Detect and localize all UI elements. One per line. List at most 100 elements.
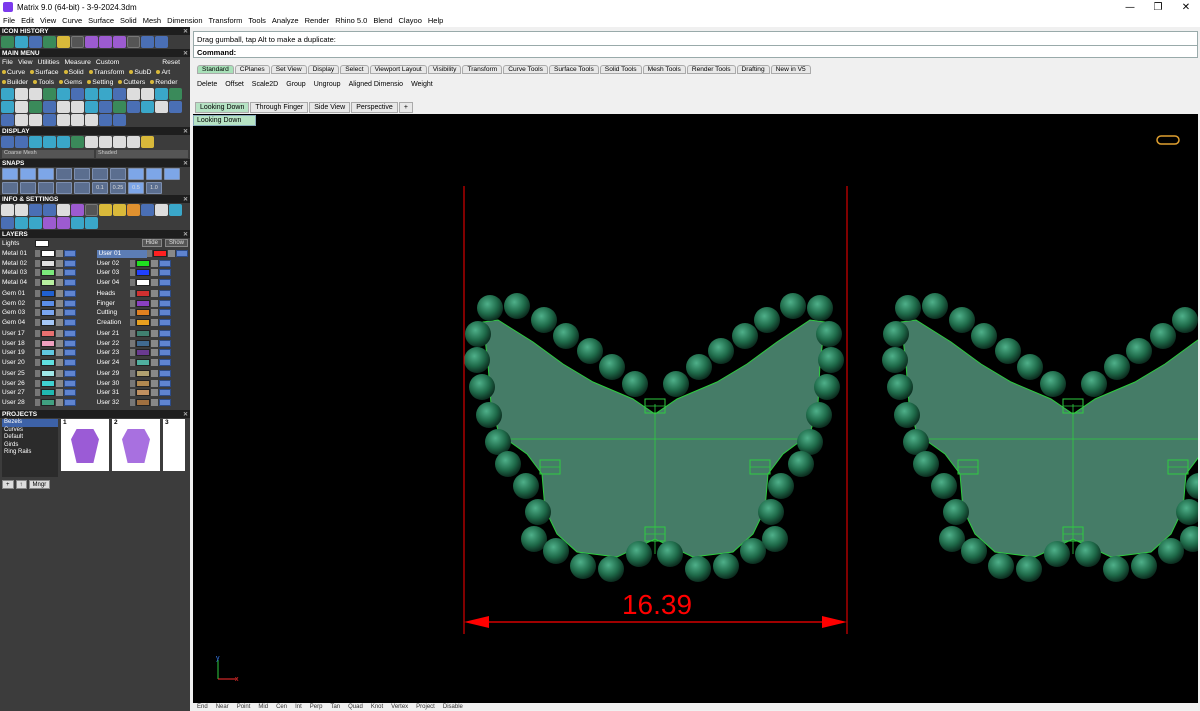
layer-color-swatch[interactable] [41, 250, 55, 258]
main-menu-category[interactable]: SubD [129, 69, 151, 76]
lock-icon[interactable] [56, 389, 63, 397]
snap-toggle[interactable] [110, 168, 126, 180]
view-tab-perspective[interactable]: Perspective [351, 102, 398, 113]
layer-row[interactable]: Gem 03 [2, 308, 94, 318]
layer-arrow-icon[interactable] [129, 370, 135, 378]
snap-toggle[interactable] [74, 182, 90, 194]
tab-standard[interactable]: Standard [197, 65, 234, 74]
history-icon[interactable] [1, 36, 14, 48]
layer-color-swatch[interactable] [135, 398, 150, 406]
toolbar-aligned-dimensio[interactable]: Aligned Dimensio [349, 81, 403, 88]
layer-arrow-icon[interactable] [35, 309, 40, 317]
tab-surface-tools[interactable]: Surface Tools [548, 65, 599, 74]
layer-color-swatch[interactable] [41, 299, 55, 307]
layer-arrow-icon[interactable] [129, 330, 135, 338]
main-menu-category[interactable]: Cutters [118, 79, 145, 86]
layer-color-swatch[interactable] [135, 379, 150, 387]
tab-new-in-v5[interactable]: New in V5 [770, 65, 811, 74]
layer-arrow-icon[interactable] [35, 278, 40, 286]
close-icon[interactable]: ✕ [183, 411, 188, 418]
menu-edit[interactable]: Edit [21, 16, 34, 25]
tool-icon[interactable] [155, 88, 168, 100]
osnap-int[interactable]: Int [295, 704, 302, 710]
snap-toggle[interactable] [56, 182, 72, 194]
visibility-icon[interactable] [64, 278, 76, 286]
visibility-icon[interactable] [158, 339, 171, 347]
tab-mesh-tools[interactable]: Mesh Tools [642, 65, 686, 74]
visibility-icon[interactable] [158, 358, 171, 366]
layer-color-swatch[interactable] [41, 278, 55, 286]
visibility-icon[interactable] [64, 299, 76, 307]
lock-icon[interactable] [56, 398, 63, 406]
display-icon[interactable] [71, 136, 84, 148]
project-item[interactable]: Default [2, 434, 58, 442]
tool-icon[interactable] [71, 88, 84, 100]
settings-icon[interactable] [29, 217, 42, 229]
layer-row[interactable]: User 04 [97, 278, 189, 288]
osnap-end[interactable]: End [197, 704, 208, 710]
layer-row[interactable]: User 25 [2, 369, 94, 379]
layer-row[interactable]: User 02 [97, 259, 189, 269]
layer-arrow-icon[interactable] [35, 379, 40, 387]
visibility-icon[interactable] [64, 349, 76, 357]
layer-row[interactable]: User 31 [97, 388, 189, 398]
project-item[interactable]: Bezels [2, 419, 58, 427]
lock-icon[interactable] [150, 339, 158, 347]
settings-icon[interactable] [57, 204, 70, 216]
tool-icon[interactable] [127, 88, 140, 100]
layer-row[interactable]: User 18 [2, 339, 94, 349]
lock-icon[interactable] [150, 269, 158, 277]
layer-arrow-icon[interactable] [129, 389, 135, 397]
settings-icon[interactable] [29, 204, 42, 216]
tool-icon[interactable] [57, 114, 70, 126]
toolbar-weight[interactable]: Weight [411, 81, 433, 88]
menu-solid[interactable]: Solid [120, 16, 137, 25]
layer-arrow-icon[interactable] [35, 259, 40, 267]
visibility-icon[interactable] [158, 379, 171, 387]
layer-row[interactable]: User 22 [97, 339, 189, 349]
main-menu-category[interactable]: Transform [88, 69, 124, 76]
layer-color-swatch[interactable] [41, 259, 55, 267]
layer-color-swatch[interactable] [41, 290, 55, 298]
layer-color-swatch[interactable] [41, 358, 55, 366]
menu-clayoo[interactable]: Clayoo [399, 16, 422, 25]
close-icon[interactable]: ✕ [183, 28, 188, 35]
visibility-icon[interactable] [158, 309, 171, 317]
main-menu-category[interactable]: Tools [33, 79, 54, 86]
layer-arrow-icon[interactable] [35, 299, 40, 307]
snap-toggle[interactable] [20, 168, 36, 180]
lock-icon[interactable] [150, 290, 158, 298]
snap-toggle[interactable] [2, 182, 18, 194]
toolbar-scale2d[interactable]: Scale2D [252, 81, 278, 88]
layer-arrow-icon[interactable] [35, 398, 40, 406]
layer-color-swatch[interactable] [41, 330, 55, 338]
tab-drafting[interactable]: Drafting [736, 65, 770, 74]
layer-color-swatch[interactable] [135, 370, 150, 378]
visibility-icon[interactable] [64, 358, 76, 366]
tool-icon[interactable] [99, 101, 112, 113]
display-icon[interactable] [57, 136, 70, 148]
tab-solid-tools[interactable]: Solid Tools [599, 65, 642, 74]
project-thumbnail[interactable]: 3 [163, 419, 185, 471]
tool-icon[interactable] [29, 114, 42, 126]
tool-icon[interactable] [71, 114, 84, 126]
lock-icon[interactable] [56, 330, 63, 338]
project-item[interactable]: Curves [2, 427, 58, 435]
layer-row[interactable]: User 28 [2, 398, 94, 408]
snap-value-0[interactable]: 0.1 [92, 182, 108, 194]
tool-icon[interactable] [127, 101, 140, 113]
settings-icon[interactable] [43, 204, 56, 216]
layer-color-swatch[interactable] [41, 379, 55, 387]
lock-icon[interactable] [168, 250, 175, 258]
layer-row[interactable]: User 17 [2, 329, 94, 339]
layer-row[interactable]: Cutting [97, 308, 189, 318]
layer-arrow-icon[interactable] [129, 278, 135, 286]
viewport[interactable]: 16.39 y x [193, 114, 1198, 703]
viewport-canvas[interactable]: 16.39 y x [193, 114, 1198, 703]
tool-icon[interactable] [85, 88, 98, 100]
toolbar-offset[interactable]: Offset [225, 81, 244, 88]
main-menu-category[interactable]: Builder [2, 79, 28, 86]
lock-icon[interactable] [56, 358, 63, 366]
lock-icon[interactable] [56, 379, 63, 387]
layer-color-swatch[interactable] [41, 269, 55, 277]
